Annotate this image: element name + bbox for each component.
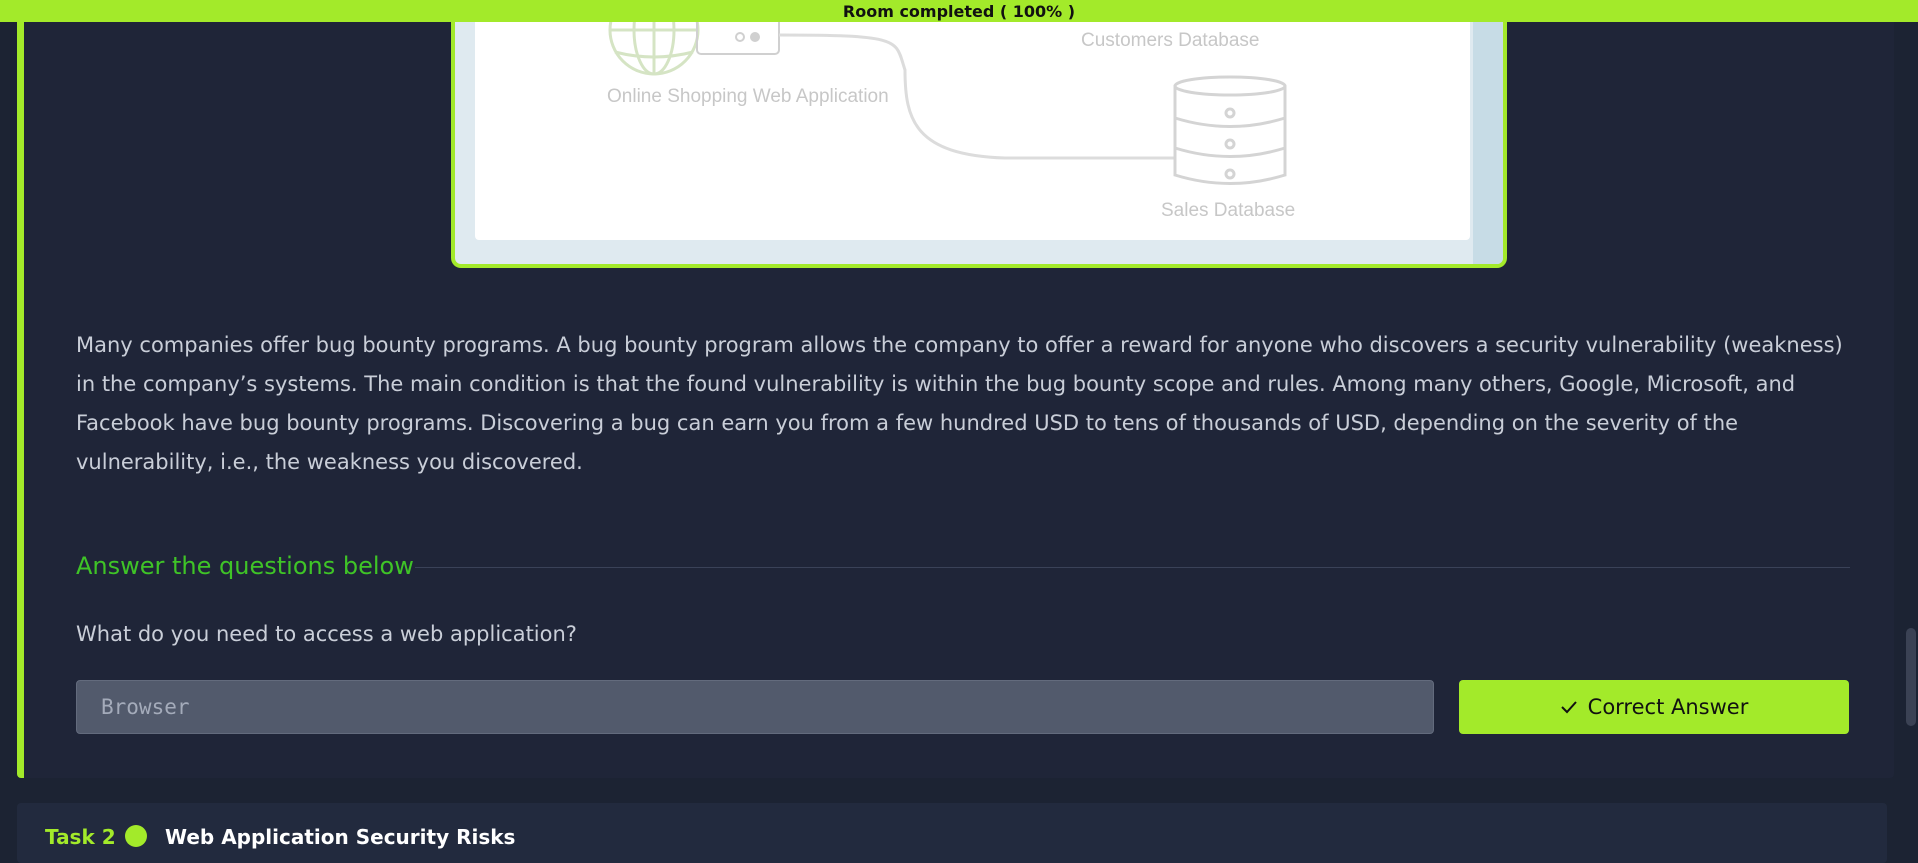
task-complete-icon xyxy=(125,825,147,847)
customers-db-label: Customers Database xyxy=(1081,30,1260,51)
room-progress-bar: Room completed ( 100% ) xyxy=(0,0,1918,22)
correct-answer-button[interactable]: Correct Answer xyxy=(1459,680,1849,734)
task-paragraph: Many companies offer bug bounty programs… xyxy=(76,333,1843,474)
question-text: What do you need to access a web applica… xyxy=(76,622,577,646)
correct-answer-label: Correct Answer xyxy=(1587,695,1749,719)
diagram-graphics xyxy=(608,0,1287,185)
image-edge xyxy=(1473,0,1503,264)
next-task-title: Web Application Security Risks xyxy=(165,825,516,849)
scrollbar-thumb[interactable] xyxy=(1906,628,1916,726)
diagram-canvas: Online Shopping Web Application Customer… xyxy=(475,0,1470,240)
heading-divider xyxy=(415,567,1850,568)
task-card: Online Shopping Web Application Customer… xyxy=(17,0,1894,778)
answer-questions-heading: Answer the questions below xyxy=(76,552,414,580)
progress-label: Room completed ( 100% ) xyxy=(842,1,1076,21)
next-task-card[interactable]: Task 2 Web Application Security Risks xyxy=(17,803,1887,863)
answer-field[interactable] xyxy=(76,680,1434,734)
web-app-label: Online Shopping Web Application xyxy=(607,86,889,107)
next-task-number: Task 2 xyxy=(45,825,116,849)
server-icon xyxy=(696,17,780,55)
diagram-image: Online Shopping Web Application Customer… xyxy=(451,0,1507,268)
sales-db-label: Sales Database xyxy=(1161,200,1296,221)
database-icon xyxy=(1173,75,1287,185)
checkmark-icon xyxy=(1560,701,1577,714)
